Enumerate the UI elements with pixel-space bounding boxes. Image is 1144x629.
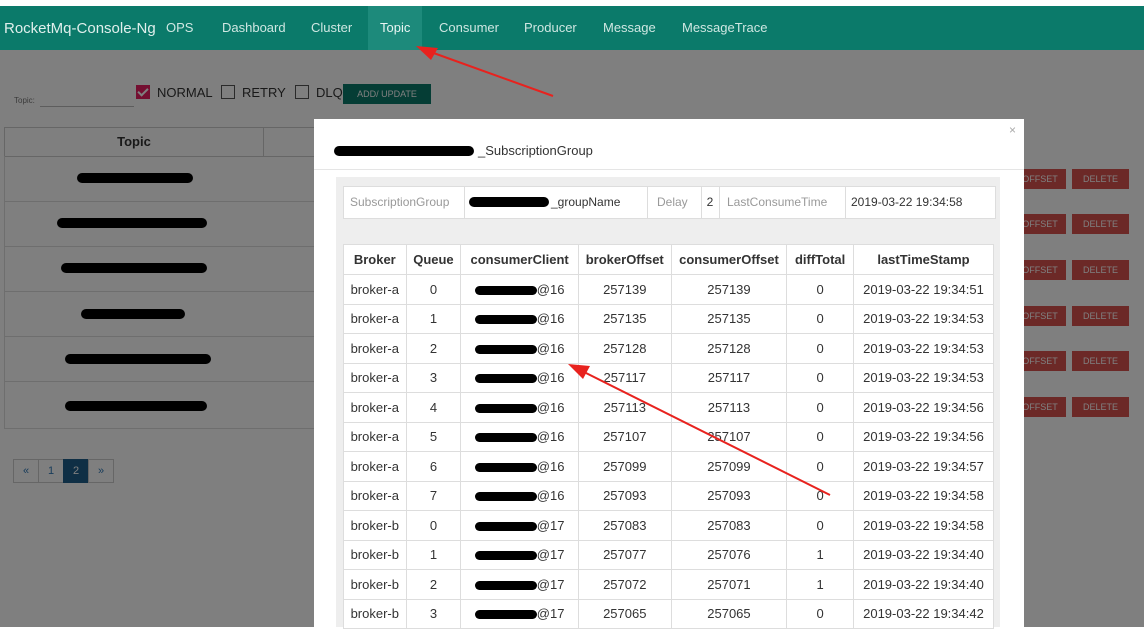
arrow-line-client (579, 369, 831, 496)
arrow-head-client (568, 364, 590, 379)
arrow-head-topic (416, 46, 438, 60)
arrow-line-topic (427, 50, 554, 97)
annotation-arrows (416, 46, 831, 496)
